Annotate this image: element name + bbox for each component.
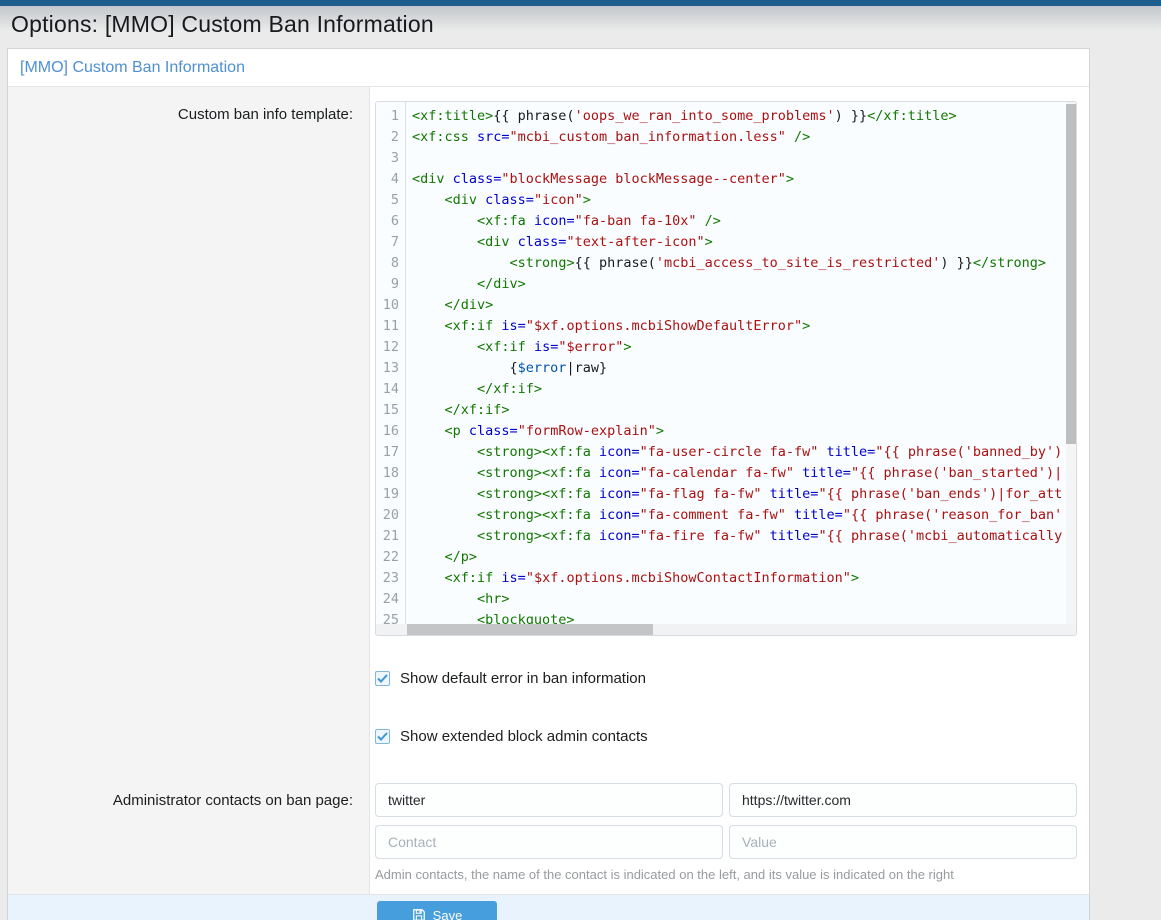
horizontal-scrollbar-thumb[interactable]: [407, 624, 653, 635]
code-content[interactable]: <xf:title>{{ phrase('oops_we_ran_into_so…: [406, 102, 1076, 626]
contact-value-input[interactable]: [729, 825, 1077, 859]
scrollbar-corner: [1066, 624, 1076, 635]
code-editor[interactable]: 1234567891011121314151617181920212223242…: [375, 101, 1077, 636]
form-footer: Save: [8, 894, 1089, 920]
checkbox-label[interactable]: Show default error in ban information: [400, 670, 646, 687]
page-title: Options: [MMO] Custom Ban Information: [11, 11, 1149, 38]
panel-title: [MMO] Custom Ban Information: [8, 49, 1089, 87]
contact-name-input[interactable]: [375, 825, 723, 859]
option-row-admin-contacts: Administrator contacts on ban page: Admi…: [8, 751, 1089, 894]
contact-value-input[interactable]: [729, 783, 1077, 817]
option-row-show-admin-contacts: Show extended block admin contacts: [8, 693, 1089, 751]
save-button[interactable]: Save: [377, 901, 497, 920]
option-row-template: Custom ban info template: 12345678910111…: [8, 87, 1089, 636]
contacts-label: Administrator contacts on ban page:: [8, 751, 370, 894]
contact-row: [375, 783, 1089, 817]
contact-name-input[interactable]: [375, 783, 723, 817]
save-button-label: Save: [433, 908, 463, 920]
contacts-explain-text: Admin contacts, the name of the contact …: [375, 867, 1089, 882]
option-row-show-default-error: Show default error in ban information: [8, 636, 1089, 693]
contact-row: [375, 825, 1089, 859]
checkbox-label[interactable]: Show extended block admin contacts: [400, 728, 648, 745]
checkbox-show-admin-contacts[interactable]: [375, 729, 390, 744]
floppy-disk-icon: [412, 908, 426, 920]
code-gutter: 1234567891011121314151617181920212223242…: [376, 102, 406, 626]
page-header: Options: [MMO] Custom Ban Information: [0, 6, 1161, 48]
checkbox-show-default-error[interactable]: [375, 671, 390, 686]
vertical-scrollbar[interactable]: [1066, 102, 1076, 624]
template-label: Custom ban info template:: [8, 87, 370, 636]
options-panel: [MMO] Custom Ban Information Custom ban …: [7, 48, 1090, 920]
horizontal-scrollbar[interactable]: [376, 624, 1066, 635]
vertical-scrollbar-thumb[interactable]: [1066, 104, 1076, 444]
